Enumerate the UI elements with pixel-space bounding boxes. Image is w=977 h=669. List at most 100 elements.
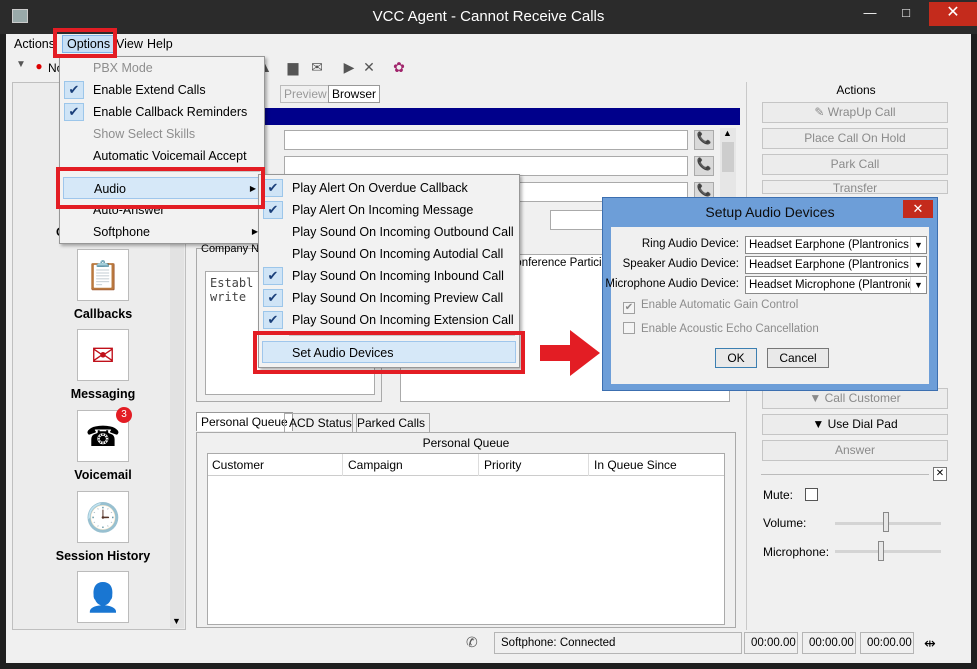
conference-header: Conference Participa: [507, 257, 615, 269]
menu-item-play-alert-incoming-message[interactable]: ✔ Play Alert On Incoming Message: [259, 199, 519, 221]
menu-item-label: Enable Callback Reminders: [93, 105, 248, 119]
queue-header-row: Customer Campaign Priority In Queue Sinc…: [208, 454, 724, 476]
scroll-up-arrow-icon[interactable]: ▲: [723, 128, 732, 138]
nav-session-history[interactable]: 🕒 Session History: [33, 491, 173, 563]
play-icon[interactable]: ▶: [340, 59, 358, 77]
nav-messaging-label: Messaging: [70, 387, 136, 401]
print-icon[interactable]: ▆: [284, 59, 302, 77]
menu-item-pbx-mode[interactable]: PBX Mode: [60, 57, 264, 79]
menu-item-label: Play Sound On Incoming Extension Call: [292, 313, 514, 327]
col-priority[interactable]: Priority: [484, 458, 521, 472]
menu-item-label: Play Sound On Incoming Outbound Call: [292, 225, 514, 239]
divider-line: [761, 474, 929, 475]
col-in-queue-since[interactable]: In Queue Since: [594, 458, 677, 472]
menu-item-play-sound-outbound[interactable]: Play Sound On Incoming Outbound Call: [259, 221, 519, 243]
cancel-button[interactable]: Cancel: [767, 348, 829, 368]
chevron-down-icon: ▼: [910, 277, 926, 293]
aec-checkbox[interactable]: Enable Acoustic Echo Cancellation: [623, 322, 819, 335]
tab-strip: ot Preview Browser: [252, 84, 432, 104]
call-customer-button[interactable]: ▼ Call Customer: [762, 388, 948, 409]
softphone-icon: ✆: [466, 634, 478, 650]
timer-3: 00:00.00: [860, 632, 914, 654]
menu-item-play-sound-preview[interactable]: ✔ Play Sound On Incoming Preview Call: [259, 287, 519, 309]
dialog-close-button[interactable]: ✕: [903, 200, 933, 218]
park-call-button[interactable]: Park Call: [762, 154, 948, 175]
menu-item-softphone[interactable]: Softphone ▶: [60, 221, 264, 243]
agc-checkmark-icon: ✔: [623, 302, 635, 314]
menu-item-play-alert-overdue-callback[interactable]: ✔ Play Alert On Overdue Callback: [259, 177, 519, 199]
audio-close-icon[interactable]: ✕: [933, 467, 947, 481]
aec-label: Enable Acoustic Echo Cancellation: [641, 323, 819, 335]
menu-view[interactable]: View: [116, 37, 143, 51]
menu-item-play-sound-inbound[interactable]: ✔ Play Sound On Incoming Inbound Call: [259, 265, 519, 287]
nav-voicemail[interactable]: ☎ 3 Voicemail: [33, 407, 173, 482]
ok-button[interactable]: OK: [715, 348, 757, 368]
aec-checkbox-box: [623, 322, 635, 334]
mute-checkbox[interactable]: [805, 488, 818, 501]
maximize-button[interactable]: □: [891, 5, 921, 20]
wrapup-label: WrapUp Call: [827, 105, 896, 119]
dialog-title: Setup Audio Devices: [705, 204, 835, 220]
ring-device-select[interactable]: Headset Earphone (Plantronics C ▼: [745, 236, 927, 254]
microphone-slider-track[interactable]: [835, 550, 941, 553]
tab-personal-queue[interactable]: Personal Queue: [196, 412, 293, 431]
speaker-device-select[interactable]: Headset Earphone (Plantronics C ▼: [745, 256, 927, 274]
call-customer-label: Call Customer: [824, 391, 901, 405]
close-button[interactable]: ✕: [929, 2, 977, 26]
tab-acd-status[interactable]: ACD Status: [284, 413, 357, 433]
menu-item-play-sound-extension[interactable]: ✔ Play Sound On Incoming Extension Call: [259, 309, 519, 331]
minimize-button[interactable]: —: [855, 5, 885, 20]
answer-button[interactable]: Answer: [762, 440, 948, 461]
nav-messaging[interactable]: ✉ Messaging: [33, 329, 173, 401]
col-customer[interactable]: Customer: [212, 458, 264, 472]
customer-field-2[interactable]: [284, 156, 688, 176]
actions-header: Actions: [836, 83, 876, 97]
collapse-arrow-icon[interactable]: ▼: [12, 59, 30, 77]
col-divider: [588, 454, 589, 476]
scroll-thumb[interactable]: [722, 142, 734, 172]
menu-item-play-sound-autodial[interactable]: Play Sound On Incoming Autodial Call: [259, 243, 519, 265]
speaker-device-label: Speaker Audio Device:: [622, 258, 739, 270]
center-scrollbar[interactable]: ▲: [720, 128, 736, 208]
volume-slider-thumb[interactable]: [883, 512, 889, 532]
menu-item-enable-extend-calls[interactable]: ✔ Enable Extend Calls: [60, 79, 264, 101]
microphone-device-select[interactable]: Headset Microphone (Plantronics ▼: [745, 276, 927, 294]
microphone-slider-thumb[interactable]: [878, 541, 884, 561]
queue-table: Customer Campaign Priority In Queue Sinc…: [207, 453, 725, 625]
cancel-icon[interactable]: ✕: [360, 59, 378, 77]
dial-phone-icon-1[interactable]: 📞: [694, 130, 714, 150]
dial-pad-arrow-icon: ▼: [812, 417, 828, 431]
queue-tabs: Personal Queue ACD Status Parked Calls: [196, 412, 496, 433]
wrapup-call-button[interactable]: ✎ WrapUp Call: [762, 102, 948, 123]
chat-icon[interactable]: ✉: [308, 59, 326, 77]
menu-item-label: Automatic Voicemail Accept: [93, 149, 247, 163]
tab-preview[interactable]: Preview: [280, 85, 331, 103]
use-dial-pad-button[interactable]: ▼ Use Dial Pad: [762, 414, 948, 435]
transfer-button[interactable]: Transfer: [762, 180, 948, 194]
speaker-device-value: Headset Earphone (Plantronics C: [749, 259, 921, 271]
highlight-box-options: [53, 28, 117, 58]
dial-phone-icon-2[interactable]: 📞: [694, 156, 714, 176]
scroll-down-arrow-icon[interactable]: ▼: [172, 616, 181, 626]
checkmark-icon: ✔: [64, 81, 84, 99]
menu-actions[interactable]: Actions: [14, 37, 55, 51]
nav-contacts[interactable]: 👤: [33, 571, 173, 623]
network-icon[interactable]: ✿: [390, 59, 408, 77]
hold-call-button[interactable]: Place Call On Hold: [762, 128, 948, 149]
customer-field-1[interactable]: [284, 130, 688, 150]
tab-browser[interactable]: Browser: [328, 85, 381, 103]
status-bar: ✆ Softphone: Connected 00:00.00 00:00.00…: [12, 632, 965, 656]
connection-plug-icon: ⇹: [924, 635, 936, 651]
nav-callbacks[interactable]: 📋 Callbacks: [33, 249, 173, 321]
company-header: Company Na: [201, 243, 266, 255]
agc-checkbox[interactable]: ✔ Enable Automatic Gain Control: [623, 299, 798, 314]
tab-parked-calls[interactable]: Parked Calls: [352, 413, 431, 433]
menu-item-enable-callback-reminders[interactable]: ✔ Enable Callback Reminders: [60, 101, 264, 123]
checkmark-icon: ✔: [263, 289, 283, 307]
menu-item-show-select-skills[interactable]: Show Select Skills: [60, 123, 264, 145]
col-campaign[interactable]: Campaign: [348, 458, 403, 472]
menu-item-automatic-voicemail-accept[interactable]: Automatic Voicemail Accept: [60, 145, 264, 167]
checkmark-icon: ✔: [64, 103, 84, 121]
chevron-down-icon: ▼: [910, 237, 926, 253]
menu-help[interactable]: Help: [147, 37, 173, 51]
